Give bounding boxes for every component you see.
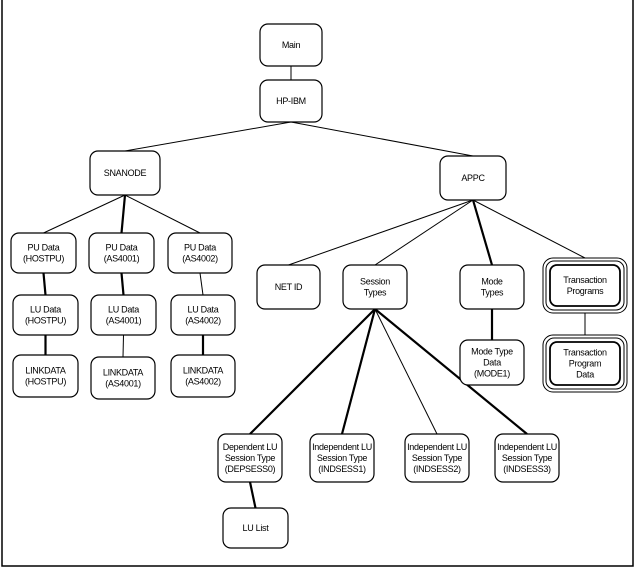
edge-appc-netid	[288, 199, 474, 266]
node-tpdata[interactable]: TransactionProgramData	[542, 334, 628, 393]
node-pu_hostpu[interactable]: PU Data(HOSTPU)	[10, 232, 77, 274]
node-label: Main	[282, 40, 301, 50]
edge-hpibm-snanode	[124, 121, 292, 152]
node-appc[interactable]: APPC	[439, 155, 507, 201]
edge-hpibm-appc	[290, 121, 474, 157]
node-label: (AS4002)	[185, 377, 221, 387]
edge-lu_as4001-link_as4001	[122, 334, 124, 358]
edge-snanode-pu_hostpu	[43, 194, 126, 234]
node-hpibm[interactable]: HP-IBM	[259, 79, 323, 123]
edge-sesstypes-indsess2	[374, 308, 438, 435]
node-label: (AS4001)	[104, 254, 140, 264]
node-label: Transaction	[563, 348, 607, 358]
node-label: Mode Type	[471, 347, 513, 357]
node-indsess3[interactable]: Independent LUSession Type(INDSESS3)	[494, 433, 560, 483]
node-modedata[interactable]: Mode TypeData(MODE1)	[459, 339, 525, 386]
node-label: Independent LU	[312, 442, 372, 452]
node-label: Session Type	[412, 453, 463, 463]
node-indsess2[interactable]: Independent LUSession Type(INDSESS2)	[404, 433, 470, 483]
edge-pu_as4001-lu_as4001	[120, 272, 125, 296]
node-label: (INDSESS2)	[413, 464, 461, 474]
node-label: LINKDATA	[183, 366, 224, 376]
node-label: Session	[360, 277, 390, 287]
node-pu_as4001[interactable]: PU Data(AS4001)	[88, 232, 155, 274]
node-label: LU Data	[188, 305, 219, 315]
node-label: Program	[569, 359, 601, 369]
node-lu_as4001[interactable]: LU Data(AS4001)	[90, 294, 157, 336]
node-label: PU Data	[184, 243, 216, 253]
edge-appc-sesstypes	[374, 199, 474, 266]
node-label: (HOSTPU)	[25, 316, 66, 326]
node-label: APPC	[461, 173, 485, 183]
node-tps[interactable]: TransactionPrograms	[542, 257, 628, 314]
edge-snanode-pu_as4001	[120, 194, 127, 234]
node-link_hostpu[interactable]: LINKDATA(HOSTPU)	[12, 354, 79, 398]
edge-pu_as4002-lu_as4002	[199, 272, 204, 296]
node-label: (HOSTPU)	[25, 377, 66, 387]
node-label: Dependent LU	[223, 442, 277, 452]
edge-appc-tps	[472, 199, 586, 259]
node-main[interactable]: Main	[259, 23, 323, 67]
node-label: NET ID	[275, 282, 303, 292]
node-label: Data	[483, 358, 501, 368]
node-label: LU Data	[108, 305, 139, 315]
edge-sesstypes-indsess1	[340, 308, 377, 435]
node-link_as4001[interactable]: LINKDATA(AS4001)	[90, 356, 156, 400]
hierarchy-diagram: MainHP-IBMSNANODE APPCPU Data(HOSTPU)PU D…	[1, 0, 634, 567]
edge-appc-modetypes	[471, 199, 494, 266]
node-label: (INDSESS1)	[318, 464, 366, 474]
node-label: Session Type	[317, 453, 368, 463]
node-label: PU Data	[28, 243, 60, 253]
node-label: HP-IBM	[276, 96, 306, 106]
node-label: Transaction	[563, 275, 607, 285]
node-label: (MODE1)	[474, 369, 510, 379]
node-label: (AS4001)	[106, 316, 142, 326]
node-depsess0[interactable]: Dependent LUSession Type(DEPSESS0)	[217, 433, 283, 483]
node-label: Programs	[567, 286, 604, 296]
node-label: Session Type	[502, 453, 553, 463]
node-label: Types	[364, 288, 387, 298]
node-label: (HOSTPU)	[23, 254, 64, 264]
node-label: LU Data	[30, 305, 61, 315]
node-lu_hostpu[interactable]: LU Data(HOSTPU)	[12, 294, 79, 336]
node-link_as4002[interactable]: LINKDATA(AS4002)	[170, 354, 236, 398]
edge-sesstypes-depsess0	[249, 308, 376, 435]
node-sesstypes[interactable]: SessionTypes	[342, 264, 408, 310]
node-netid[interactable]: NET ID	[256, 264, 321, 310]
node-pu_as4002[interactable]: PU Data(AS4002)	[167, 232, 233, 274]
node-label: (AS4002)	[182, 254, 218, 264]
node-modetypes[interactable]: ModeTypes	[459, 264, 525, 310]
node-label: Types	[481, 288, 504, 298]
node-label: Mode	[481, 277, 503, 287]
node-lulist[interactable]: LU List	[222, 507, 289, 549]
node-label: SNANODE	[104, 168, 147, 178]
node-label: LINKDATA	[103, 368, 144, 378]
node-label: PU Data	[106, 243, 138, 253]
node-lu_as4002[interactable]: LU Data(AS4002)	[170, 294, 236, 336]
node-label: Independent LU	[407, 442, 467, 452]
node-label: (DEPSESS0)	[225, 464, 276, 474]
node-label: Session Type	[225, 453, 276, 463]
node-label: (AS4002)	[185, 316, 221, 326]
node-label: LINKDATA	[25, 366, 66, 376]
node-snanode[interactable]: SNANODE	[89, 150, 161, 196]
node-label: (AS4001)	[105, 379, 141, 389]
node-label: Independent LU	[497, 442, 557, 452]
nodes: MainHP-IBMSNANODE APPCPU Data(HOSTPU)PU D…	[10, 23, 628, 549]
node-label: (INDSESS3)	[503, 464, 551, 474]
edge-pu_hostpu-lu_hostpu	[42, 272, 47, 296]
node-label: LU List	[243, 523, 270, 533]
node-label: Data	[576, 370, 594, 380]
edge-depsess0-lulist	[248, 481, 257, 509]
node-indsess1[interactable]: Independent LUSession Type(INDSESS1)	[309, 433, 375, 483]
edge-snanode-pu_as4002	[124, 194, 201, 234]
